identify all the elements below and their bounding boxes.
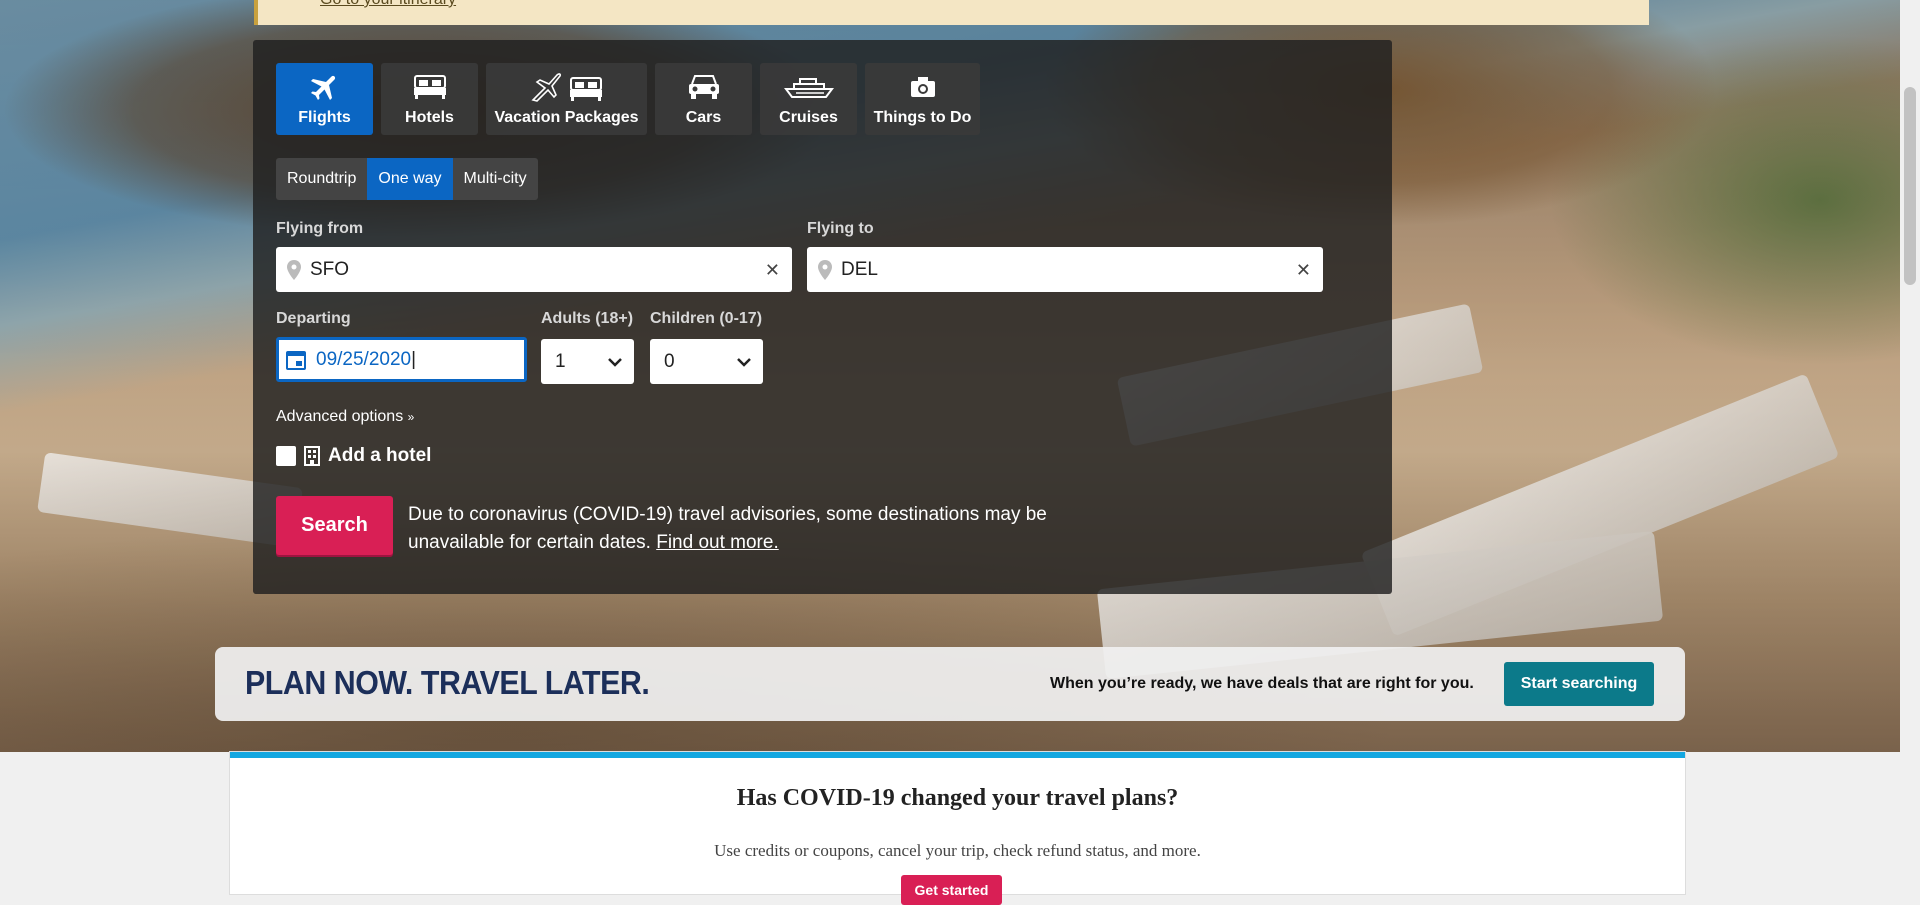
itinerary-alert: Go to your itinerary <box>254 0 1649 25</box>
tab-label: Things to Do <box>873 109 972 126</box>
children-select[interactable]: 0 <box>650 339 763 384</box>
tab-hotels[interactable]: Hotels <box>381 63 478 135</box>
search-panel: Flights Hotels Vacation Packages Cars Cr… <box>253 40 1392 594</box>
product-tabs: Flights Hotels Vacation Packages Cars Cr… <box>276 63 980 135</box>
tab-cars[interactable]: Cars <box>655 63 752 135</box>
flying-to-label: Flying to <box>807 220 874 237</box>
plane-bed-icon <box>527 69 607 105</box>
bed-icon <box>413 69 447 105</box>
departing-date-value: 09/25/2020 <box>316 348 412 370</box>
itinerary-link[interactable]: Go to your itinerary <box>320 0 456 9</box>
tab-flights[interactable]: Flights <box>276 63 373 135</box>
plane-icon <box>308 69 342 105</box>
flying-from-value: SFO <box>310 258 350 280</box>
tab-cruises[interactable]: Cruises <box>760 63 857 135</box>
double-chevron-down-icon: » <box>407 410 415 424</box>
get-started-button[interactable]: Get started <box>901 875 1002 905</box>
calendar-icon <box>285 349 307 371</box>
add-hotel-row: Add a hotel <box>276 445 431 467</box>
find-out-more-link[interactable]: Find out more. <box>656 532 779 553</box>
adults-value: 1 <box>555 350 566 372</box>
search-button[interactable]: Search <box>276 496 393 555</box>
tab-label: Cars <box>685 109 722 126</box>
tab-label: Cruises <box>779 109 838 126</box>
location-pin-icon <box>287 259 301 280</box>
building-icon <box>304 446 320 466</box>
flying-from-field[interactable]: SFO ✕ <box>276 247 792 292</box>
camera-icon <box>909 69 937 105</box>
ship-icon <box>783 69 834 105</box>
tab-vacation-packages[interactable]: Vacation Packages <box>486 63 647 135</box>
plan-now-banner: PLAN NOW. TRAVEL LATER. When you’re read… <box>215 647 1685 721</box>
adults-select[interactable]: 1 <box>541 339 634 384</box>
plan-banner-text: When you’re ready, we have deals that ar… <box>1050 675 1474 692</box>
tab-things-to-do[interactable]: Things to Do <box>865 63 980 135</box>
car-icon <box>686 69 722 105</box>
departing-label: Departing <box>276 310 351 327</box>
tab-label: Hotels <box>405 109 454 126</box>
advanced-options-toggle[interactable]: Advanced options » <box>276 408 414 426</box>
tab-label: Flights <box>298 109 351 126</box>
trip-multi-city[interactable]: Multi-city <box>452 158 538 200</box>
flying-to-field[interactable]: DEL ✕ <box>807 247 1323 292</box>
plan-banner-title: PLAN NOW. TRAVEL LATER. <box>245 664 650 701</box>
covid-advisory: Due to coronavirus (COVID-19) travel adv… <box>408 501 1128 557</box>
start-searching-button[interactable]: Start searching <box>1504 662 1654 706</box>
page-scrollbar[interactable] <box>1900 0 1920 888</box>
children-value: 0 <box>664 350 675 372</box>
covid-card: Has COVID-19 changed your travel plans? … <box>230 752 1685 905</box>
adults-label: Adults (18+) <box>541 310 634 327</box>
covid-card-title: Has COVID-19 changed your travel plans? <box>736 785 1179 811</box>
location-pin-icon <box>818 259 832 280</box>
tab-label: Vacation Packages <box>494 109 639 126</box>
clear-icon[interactable]: ✕ <box>765 260 780 281</box>
scrollbar-thumb[interactable] <box>1904 87 1916 285</box>
add-hotel-checkbox[interactable] <box>276 446 296 466</box>
trip-type-toggle: Roundtrip One way Multi-city <box>276 158 538 200</box>
flying-to-value: DEL <box>841 258 878 280</box>
covid-card-subtitle: Use credits or coupons, cancel your trip… <box>714 841 1201 860</box>
add-hotel-label: Add a hotel <box>328 445 432 466</box>
chevron-down-icon <box>608 351 622 373</box>
chevron-down-icon <box>737 351 751 373</box>
trip-roundtrip[interactable]: Roundtrip <box>276 158 368 200</box>
trip-one-way[interactable]: One way <box>367 158 453 200</box>
departing-date-field[interactable]: 09/25/2020 | <box>276 337 527 382</box>
advanced-options-label: Advanced options <box>276 408 404 425</box>
children-label: Children (0-17) <box>650 310 763 327</box>
clear-icon[interactable]: ✕ <box>1296 260 1311 281</box>
flying-from-label: Flying from <box>276 220 364 237</box>
